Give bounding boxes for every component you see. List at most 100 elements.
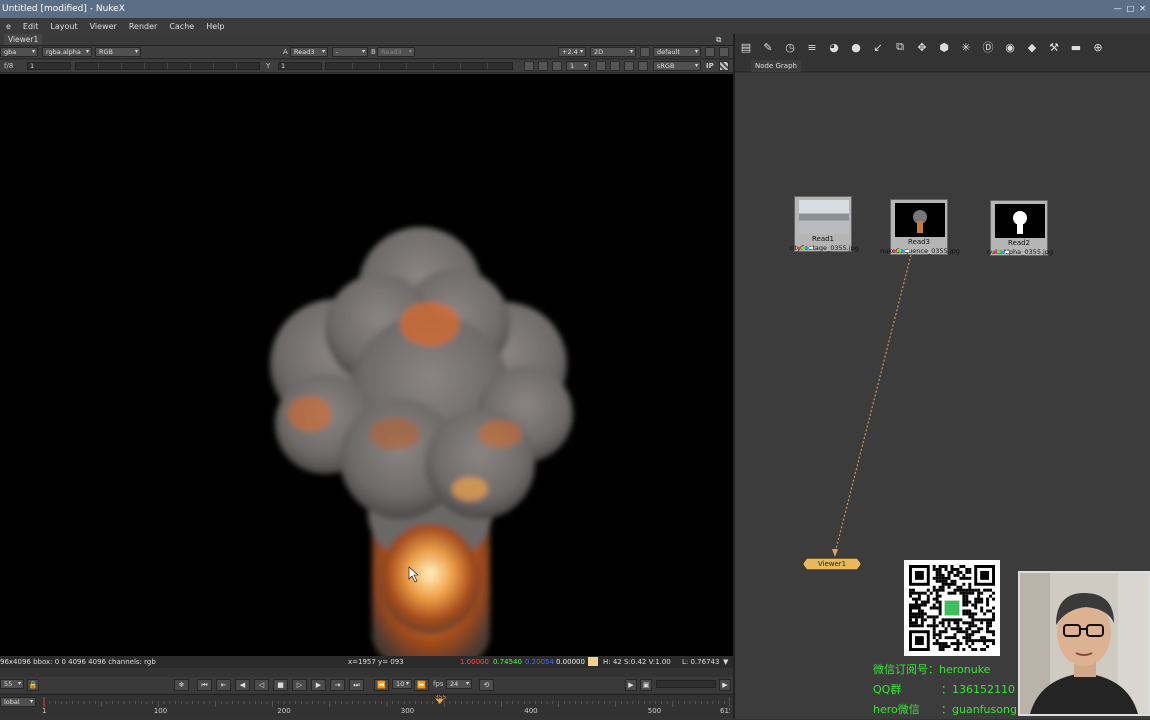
- metadata-icon[interactable]: ◆: [1021, 41, 1043, 54]
- menu-viewer[interactable]: Viewer: [84, 22, 123, 31]
- views-icon[interactable]: ◉: [999, 41, 1021, 54]
- qr-module: [947, 645, 951, 649]
- timeline-ruler[interactable]: 1 100 200 300 400 500 615 355: [40, 695, 730, 717]
- qr-module: [965, 636, 969, 640]
- first-frame-icon[interactable]: ⏮: [197, 679, 212, 691]
- menu-icon[interactable]: [719, 47, 729, 57]
- fps-field[interactable]: 24: [446, 679, 472, 689]
- timeline[interactable]: lobal 1 100 200 300 400 500 615 355: [0, 694, 733, 716]
- particles-icon[interactable]: ✳: [955, 41, 977, 54]
- qr-module: [986, 621, 990, 625]
- pause-icon[interactable]: [638, 61, 648, 71]
- read-node-read2[interactable]: Read2 nukeAlpha_0355.jpg: [987, 200, 1053, 256]
- menu-render[interactable]: Render: [123, 22, 163, 31]
- qr-module: [941, 624, 945, 628]
- gain-slider[interactable]: [75, 62, 260, 70]
- roi-icon[interactable]: [524, 61, 534, 71]
- transform-icon[interactable]: ✥: [911, 41, 933, 54]
- gamma-field[interactable]: 1: [278, 62, 322, 70]
- window-controls[interactable]: — □ ✕: [1114, 0, 1146, 18]
- keyer-icon[interactable]: ↙: [867, 41, 889, 54]
- layers-icon[interactable]: [610, 61, 620, 71]
- draw-icon[interactable]: ✎: [757, 41, 779, 54]
- qr-module: [935, 642, 939, 646]
- fstop-label[interactable]: f/8: [4, 61, 13, 72]
- qr-module: [941, 630, 945, 634]
- menu-edit[interactable]: Edit: [17, 22, 45, 31]
- colorspace-dropdown[interactable]: sRGB: [653, 61, 701, 71]
- play-backward-icon[interactable]: ◁: [254, 679, 269, 691]
- scrub-field[interactable]: [656, 680, 716, 688]
- filter-icon[interactable]: ●: [845, 41, 867, 54]
- refresh-icon[interactable]: [624, 61, 634, 71]
- qr-module: [914, 603, 918, 607]
- channel-icon[interactable]: ≡: [801, 41, 823, 54]
- gamma-slider[interactable]: [325, 62, 513, 70]
- mask-icon[interactable]: [538, 61, 548, 71]
- info-menu-icon[interactable]: ▼: [723, 656, 728, 668]
- viewer-node[interactable]: Viewer1: [803, 558, 861, 570]
- display-dropdown[interactable]: RGB: [95, 47, 141, 57]
- viewer-canvas[interactable]: [0, 74, 733, 656]
- merge-icon[interactable]: ⧉: [889, 40, 911, 54]
- node-name: Read1: [811, 235, 835, 243]
- timeline-menu-icon[interactable]: ▶: [719, 679, 731, 691]
- flipbook-icon[interactable]: ▶: [625, 679, 637, 691]
- lut-icon[interactable]: [640, 47, 650, 57]
- play-forward-icon[interactable]: ▷: [292, 679, 307, 691]
- menu-layout[interactable]: Layout: [44, 22, 83, 31]
- b-input-dropdown[interactable]: Read3: [377, 47, 415, 57]
- loop-icon[interactable]: ⟲: [479, 679, 494, 691]
- input-process-toggle[interactable]: IP: [706, 61, 714, 72]
- last-frame-icon[interactable]: ⏭: [349, 679, 364, 691]
- qr-module: [950, 627, 954, 631]
- proxy-icon[interactable]: [552, 61, 562, 71]
- lut-dropdown[interactable]: default: [653, 47, 701, 57]
- frame-increment-field[interactable]: 10: [392, 679, 412, 689]
- toolsets-icon[interactable]: ⚒: [1043, 41, 1065, 54]
- snowflake-icon[interactable]: ❄: [174, 679, 189, 691]
- current-frame-field[interactable]: 55: [0, 679, 24, 689]
- stop-icon[interactable]: ■: [273, 679, 288, 691]
- prev-frame-icon[interactable]: ◀: [235, 679, 250, 691]
- qr-module: [956, 588, 960, 592]
- next-frame-icon[interactable]: ▶: [311, 679, 326, 691]
- render-icon[interactable]: ▣: [640, 679, 652, 691]
- grid-icon[interactable]: [705, 47, 715, 57]
- read-node-read3[interactable]: Read3 nukeSequence_0355.jpg: [880, 199, 960, 255]
- menu-cache[interactable]: Cache: [163, 22, 200, 31]
- tab-viewer1[interactable]: Viewer1: [4, 34, 43, 45]
- proxy-dropdown[interactable]: 1: [566, 61, 590, 71]
- qr-module: [962, 630, 966, 634]
- gain-field[interactable]: 1: [27, 62, 71, 70]
- menu-help[interactable]: Help: [200, 22, 230, 31]
- compare-op-dropdown[interactable]: -: [332, 47, 368, 57]
- zoom-dropdown[interactable]: +2.4: [558, 47, 586, 57]
- furnace-icon[interactable]: ⊕: [1087, 41, 1109, 54]
- skip-forward-icon[interactable]: ⏩: [414, 679, 429, 691]
- qr-module: [962, 609, 966, 613]
- 3d-icon[interactable]: ⬢: [933, 41, 955, 54]
- tab-node-graph[interactable]: Node Graph: [751, 60, 801, 72]
- other-icon[interactable]: ▬: [1065, 41, 1087, 54]
- a-input-dropdown[interactable]: Read3: [290, 47, 328, 57]
- qr-module: [965, 591, 969, 595]
- pause-update-icon[interactable]: [596, 61, 606, 71]
- color-icon[interactable]: ◕: [823, 41, 845, 54]
- timeline-scope-dropdown[interactable]: lobal: [0, 697, 36, 707]
- next-keyframe-icon[interactable]: ⇥: [330, 679, 345, 691]
- time-icon[interactable]: ◷: [779, 41, 801, 54]
- qr-module: [956, 624, 960, 628]
- view-mode-dropdown[interactable]: 2D: [590, 47, 636, 57]
- clipping-warning-icon[interactable]: [719, 61, 729, 71]
- skip-back-icon[interactable]: ⏪: [374, 679, 389, 691]
- qr-module: [977, 588, 981, 592]
- menu-file[interactable]: e: [0, 22, 17, 31]
- channels-dropdown[interactable]: gba: [0, 47, 38, 57]
- image-icon[interactable]: ▤: [735, 41, 757, 54]
- lock-icon[interactable]: 🔒: [27, 679, 39, 691]
- prev-keyframe-icon[interactable]: ⇤: [216, 679, 231, 691]
- read-node-read1[interactable]: Read1 cityFootage_0355.jpg: [789, 196, 859, 252]
- alpha-dropdown[interactable]: rgba.alpha: [42, 47, 92, 57]
- deep-icon[interactable]: Ⓓ: [977, 39, 999, 55]
